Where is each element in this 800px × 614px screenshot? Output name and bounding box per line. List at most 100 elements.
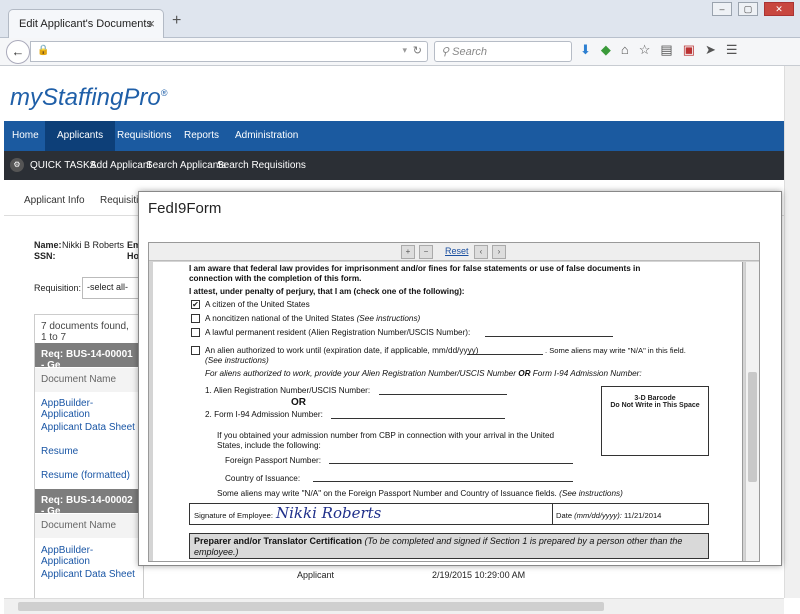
app-logo[interactable]: myStaffingPro® — [10, 84, 167, 112]
new-tab-icon[interactable]: + — [172, 12, 181, 30]
url-bar[interactable]: 🔒 ▾ ↻ — [30, 41, 428, 62]
download-icon[interactable]: ⬇ — [580, 42, 591, 58]
nav-toolbar: ← 🔒 ▾ ↻ ⚲ Search ⬇ ◆ ⌂ ☆ ▤ ▣ ➤ ☰ — [0, 38, 800, 66]
req-group-row: Req: BUS-14-00002 - Ge — [35, 489, 143, 517]
tab-title: Edit Applicant's Documents — [19, 18, 152, 30]
tab-applicant-info[interactable]: Applicant Info — [24, 195, 85, 206]
viewer-scroll-thumb[interactable] — [748, 372, 757, 482]
doc-link[interactable]: Applicant Data Sheet — [35, 563, 143, 587]
doc-link[interactable]: Resume (formatted) — [35, 464, 143, 488]
nav-reports[interactable]: Reports — [184, 130, 219, 141]
form-text: connection with the completion of this f… — [189, 274, 362, 283]
maximize-icon[interactable]: ▢ — [738, 2, 758, 16]
send-icon[interactable]: ➤ — [705, 42, 716, 58]
na-note-text: Some aliens may write "N/A" on the Forei… — [217, 489, 560, 498]
doc-type-cell: Applicant — [297, 570, 335, 580]
back-arrow-icon[interactable]: ← — [6, 40, 30, 64]
docs-found-count: 7 documents found, 1 to 7 — [41, 321, 129, 343]
nav-home[interactable]: Home — [12, 130, 39, 141]
date-label: Date — [556, 511, 575, 520]
document-viewer: + − Reset ‹ › I am aware that federal la… — [148, 242, 760, 562]
checkbox-noncitizen[interactable] — [191, 314, 200, 323]
tab-close-icon[interactable]: × — [147, 16, 155, 31]
form-text: An alien authorized to work until (expir… — [205, 346, 479, 355]
doc-link[interactable]: Applicant Data Sheet — [35, 416, 143, 440]
menu-icon[interactable]: ☰ — [726, 42, 738, 58]
for-aliens-or: OR — [518, 369, 531, 378]
checkbox-alien[interactable] — [191, 346, 200, 355]
checkbox-permanent-resident[interactable] — [191, 328, 200, 337]
home-icon[interactable]: ⌂ — [621, 42, 629, 58]
quick-tasks-bar: ⚙ QUICK TASKS Add Applicant Search Appli… — [4, 151, 784, 180]
zoom-in-icon[interactable]: + — [401, 245, 415, 259]
tab-bar: Edit Applicant's Documents × + – ▢ ✕ — [0, 0, 800, 38]
pdf-icon[interactable]: ▣ — [683, 42, 695, 58]
nav-administration[interactable]: Administration — [235, 130, 298, 141]
form-text: 2. Form I-94 Admission Number: — [205, 410, 323, 419]
dropdown-icon[interactable]: ▾ — [402, 45, 407, 56]
page-scrollbar-vertical[interactable] — [784, 66, 800, 598]
main-nav: Home Applicants Requisitions Reports Adm… — [4, 121, 784, 151]
zoom-out-icon[interactable]: − — [419, 245, 433, 259]
form-text: A citizen of the United States — [205, 300, 310, 309]
form-text: Some aliens may write "N/A" on the Forei… — [217, 489, 623, 498]
doc-link[interactable]: AppBuilder-Application — [35, 392, 143, 420]
opt2-text: A noncitizen national of the United Stat… — [205, 314, 357, 323]
search-applicants-link[interactable]: Search Applicants — [146, 160, 226, 171]
for-aliens-tail: Form I-94 Admission Number: — [530, 369, 642, 378]
reload-icon[interactable]: ↻ — [413, 44, 422, 57]
reading-list-icon[interactable]: ▤ — [660, 42, 672, 58]
logo-mark: ® — [160, 88, 168, 98]
preparer-section: Preparer and/or Translator Certification… — [189, 533, 709, 559]
viewer-toolbar: + − Reset ‹ › — [149, 243, 759, 261]
na-note-italic: (See instructions) — [559, 489, 623, 498]
reset-link[interactable]: Reset — [445, 246, 469, 256]
bookmark-star-icon[interactable]: ☆ — [639, 42, 651, 58]
search-icon: ⚲ — [441, 46, 453, 58]
logo-text: myStaffingPro — [10, 84, 161, 111]
doc-link[interactable]: Resume — [35, 440, 143, 464]
alien-number-line — [379, 394, 507, 395]
opt2-note: (See instructions) — [356, 314, 421, 323]
extension-icon[interactable]: ◆ — [601, 42, 611, 58]
viewer-scrollbar[interactable] — [745, 262, 759, 561]
toolbar-icons: ⬇ ◆ ⌂ ☆ ▤ ▣ ➤ ☰ — [580, 42, 738, 58]
nav-applicants[interactable]: Applicants — [45, 121, 116, 151]
add-applicant-link[interactable]: Add Applicant — [90, 160, 151, 171]
barcode-box: 3-D Barcode Do Not Write in This Space — [601, 386, 709, 456]
doc-link[interactable]: AppBuilder-Application — [35, 539, 143, 567]
requisition-label: Requisition: — [34, 283, 82, 293]
form-text: For aliens authorized to work, provide y… — [205, 369, 642, 378]
minimize-icon[interactable]: – — [712, 2, 732, 16]
search-input[interactable]: ⚲ Search — [434, 41, 572, 62]
prev-page-icon[interactable]: ‹ — [474, 245, 488, 259]
passport-line — [329, 463, 573, 464]
browser-tab[interactable]: Edit Applicant's Documents × — [8, 9, 164, 38]
checkbox-citizen[interactable]: ✔ — [191, 300, 200, 309]
date-field: Date (mm/dd/yyyy): 11/21/2014 — [556, 511, 661, 520]
form-text: I am aware that federal law provides for… — [189, 264, 641, 273]
form-text: 1. Alien Registration Number/USCIS Numbe… — [205, 386, 371, 395]
form-text: States, include the following: — [217, 441, 321, 450]
barcode-note: Do Not Write in This Space — [610, 402, 700, 409]
column-header: Document Name — [35, 514, 143, 538]
window-controls: – ▢ ✕ — [712, 2, 794, 16]
next-page-icon[interactable]: › — [492, 245, 506, 259]
req-group-row: Req: BUS-14-00001 - Ge — [35, 343, 143, 371]
form-text: OR — [291, 397, 306, 408]
search-requisitions-link[interactable]: Search Requisitions — [217, 160, 306, 171]
nav-requisitions[interactable]: Requisitions — [117, 130, 171, 141]
form-text: Foreign Passport Number: — [225, 456, 322, 465]
prep-note1: (To be completed and signed if Section 1… — [362, 536, 683, 546]
form-text: I attest, under penalty of perjury, that… — [189, 287, 465, 296]
scroll-thumb[interactable] — [18, 602, 604, 611]
form-text: A lawful permanent resident (Alien Regis… — [205, 328, 471, 337]
page-scrollbar-horizontal[interactable] — [4, 598, 784, 614]
close-window-icon[interactable]: ✕ — [764, 2, 794, 16]
modal-title: FedI9Form — [148, 200, 222, 217]
form-text: (See instructions) — [205, 356, 269, 365]
gear-icon[interactable]: ⚙ — [10, 158, 24, 172]
search-placeholder: Search — [452, 46, 487, 58]
quick-tasks-label: QUICK TASKS — [30, 160, 97, 171]
country-line — [313, 481, 573, 482]
